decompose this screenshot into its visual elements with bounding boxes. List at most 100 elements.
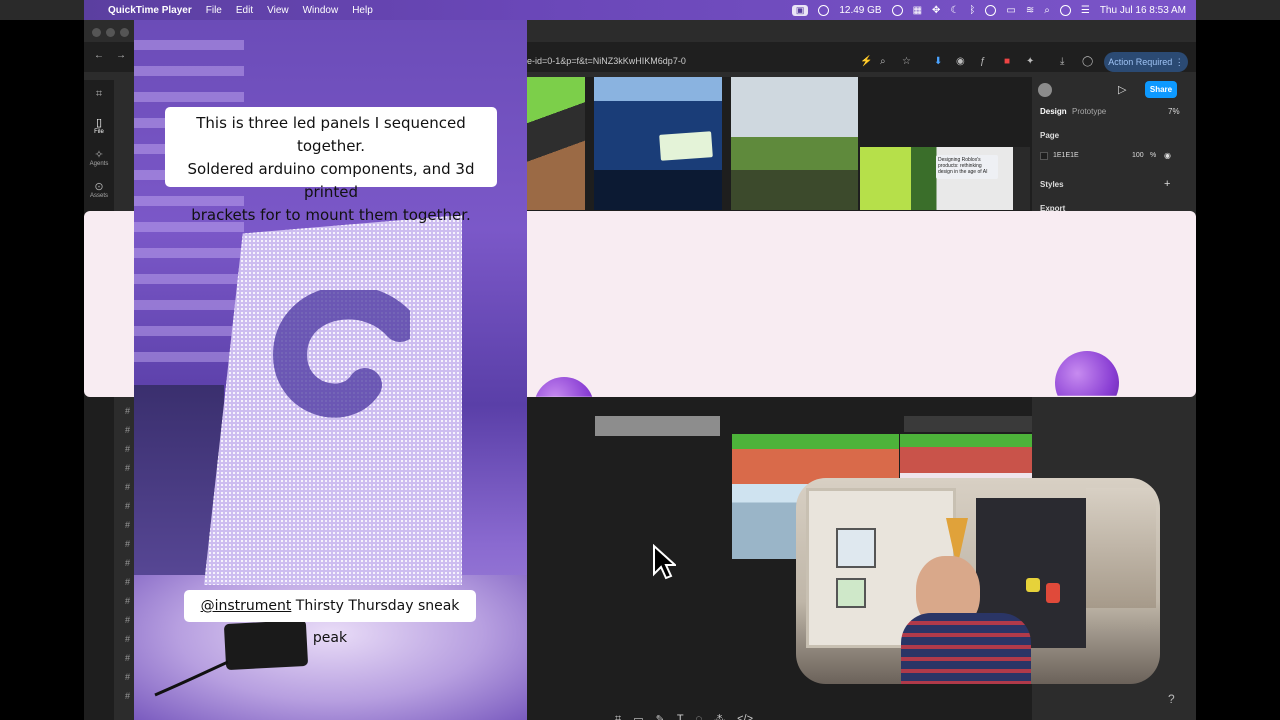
rail-item-agents[interactable]: ✧ Agents	[84, 148, 114, 167]
search-icon[interactable]: ⌕	[1044, 5, 1050, 16]
figma-left-rail: ⌗ ▯ File ✧ Agents ⊙ Assets	[84, 80, 114, 720]
instrument-mention-link[interactable]: @instrument	[201, 598, 292, 614]
canvas-photo[interactable]	[594, 77, 722, 210]
download-ext-icon[interactable]: ⬇	[934, 56, 942, 67]
downloads-icon[interactable]: ⤓	[1060, 56, 1064, 67]
puzzle-icon[interactable]: ✦	[1026, 56, 1034, 67]
frame-layer-icon[interactable]: #	[125, 482, 130, 492]
figma-menu-icon[interactable]: ⌗	[84, 88, 114, 101]
status-icon[interactable]	[818, 4, 830, 16]
reel-caption-top: This is three led panels I sequenced tog…	[165, 107, 497, 224]
url-bar[interactable]: e-id=0-1&p=f&t=NiNZ3kKwHIKM6dp7-0	[527, 56, 686, 66]
frame-tool-icon[interactable]: ⌗	[615, 713, 621, 720]
rail-item-file[interactable]: ▯ File	[84, 116, 114, 135]
bookmark-star-icon[interactable]: ☆	[902, 56, 911, 67]
page-section-title: Page	[1040, 131, 1060, 140]
menu-file[interactable]: File	[206, 5, 222, 16]
move-icon[interactable]: ✥	[932, 5, 940, 16]
text-tool-icon[interactable]: T	[677, 713, 684, 720]
back-icon[interactable]: ←	[94, 50, 104, 61]
grammarly-icon[interactable]	[891, 4, 903, 16]
bluetooth-icon[interactable]: ᛒ	[969, 5, 975, 16]
caption-line: brackets for to mount them together.	[191, 206, 471, 224]
activity-icon[interactable]: ▦	[913, 5, 922, 16]
frame-layer-icon[interactable]: #	[125, 520, 130, 530]
clock[interactable]: Thu Jul 16 8:53 AM	[1100, 5, 1186, 16]
comment-tool-icon[interactable]: ◌	[696, 713, 703, 720]
layers-panel	[114, 80, 134, 720]
led-c-glyph	[272, 290, 410, 418]
frame-layer-icon[interactable]: #	[125, 539, 130, 549]
frame-layer-icon[interactable]: #	[125, 406, 130, 416]
screen-record-icon[interactable]: ▣	[791, 4, 809, 16]
record-ext-icon[interactable]: ■	[1004, 56, 1010, 67]
extension-icon[interactable]: ⚡	[860, 56, 872, 67]
function-icon[interactable]: ƒ	[980, 56, 986, 67]
canvas-photo[interactable]	[527, 77, 585, 210]
screen: ← → e-id=0-1&p=f&t=NiNZ3kKwHIKM6dp7-0 ⚡ …	[0, 0, 1280, 720]
share-button[interactable]: Share	[1145, 81, 1177, 98]
frame-layer-icon[interactable]: #	[125, 615, 130, 625]
profile-icon[interactable]: ◯	[1082, 56, 1093, 67]
frame-layer-icon[interactable]: #	[125, 596, 130, 606]
menubar-app-name[interactable]: QuickTime Player	[108, 5, 192, 16]
dev-mode-icon[interactable]: </>	[737, 713, 753, 720]
caption-line: Soldered arduino components, and 3d prin…	[187, 160, 475, 201]
menu-edit[interactable]: Edit	[236, 5, 253, 16]
share-label: Share	[1149, 85, 1173, 94]
frame-layer-icon[interactable]: #	[125, 577, 130, 587]
frame-layer-icon[interactable]: #	[125, 558, 130, 568]
page-color-value[interactable]: 1E1E1E	[1053, 152, 1079, 159]
memory-status[interactable]: 12.49 GB	[839, 5, 881, 16]
frame-layer-icon[interactable]: #	[125, 634, 130, 644]
control-center-icon[interactable]: ☰	[1081, 5, 1090, 16]
rail-item-assets[interactable]: ⊙ Assets	[84, 180, 114, 199]
canvas-photo[interactable]	[731, 77, 858, 210]
canvas-photo[interactable]: Designing Roblox's products: rethinking …	[860, 147, 1030, 210]
zoom-icon[interactable]: ⌕	[880, 56, 886, 67]
rail-label-assets: Assets	[89, 193, 108, 199]
actions-tool-icon[interactable]: ⁂	[714, 713, 725, 720]
menu-window[interactable]: Window	[303, 5, 339, 16]
assets-icon: ⊙	[94, 181, 104, 193]
rectangle-tool-icon[interactable]: ▭	[633, 713, 643, 720]
menu-help[interactable]: Help	[352, 5, 373, 16]
frame-layer-icon[interactable]: #	[125, 672, 130, 682]
page-opacity-value[interactable]: 100	[1132, 152, 1144, 159]
frame-layer-icon[interactable]: #	[125, 463, 130, 473]
action-required-label: Action Required	[1108, 57, 1173, 67]
desktop-border-left	[0, 20, 84, 720]
record-icon[interactable]	[985, 4, 997, 16]
frame-layer-icon[interactable]: #	[125, 501, 130, 511]
canvas-photo[interactable]	[595, 416, 720, 436]
minimize-window-button[interactable]	[106, 28, 115, 37]
user-icon[interactable]	[1059, 4, 1071, 16]
camera-icon[interactable]: ◉	[956, 56, 965, 67]
add-style-icon[interactable]: +	[1164, 178, 1170, 190]
mouse-cursor-icon	[653, 544, 676, 580]
moon-icon[interactable]: ☾	[950, 5, 959, 16]
zoom-window-button[interactable]	[120, 28, 129, 37]
forward-icon[interactable]: →	[116, 50, 126, 61]
action-required-button[interactable]: Action Required ⋮	[1104, 52, 1188, 72]
frame-layer-icon[interactable]: #	[125, 425, 130, 435]
visibility-eye-icon[interactable]: ◉	[1164, 151, 1171, 160]
macos-menubar: QuickTime Player File Edit View Window H…	[84, 0, 1196, 20]
close-window-button[interactable]	[92, 28, 101, 37]
zoom-level[interactable]: 7%	[1168, 107, 1180, 116]
page-color-swatch[interactable]	[1040, 152, 1048, 160]
present-icon[interactable]: ▷	[1118, 83, 1126, 96]
tab-design[interactable]: Design	[1040, 107, 1067, 116]
canvas-photo[interactable]	[904, 416, 1044, 432]
help-button[interactable]: ?	[1168, 692, 1175, 706]
menu-view[interactable]: View	[267, 5, 289, 16]
frame-layer-icon[interactable]: #	[125, 444, 130, 454]
pen-tool-icon[interactable]: ✎	[656, 713, 665, 720]
wifi-icon[interactable]: ≋	[1026, 5, 1034, 16]
battery-icon[interactable]: ▭	[1006, 5, 1015, 16]
frame-layer-icon[interactable]: #	[125, 691, 130, 701]
tab-prototype[interactable]: Prototype	[1072, 107, 1106, 116]
rail-label-file: File	[94, 129, 104, 135]
avatar[interactable]	[1038, 83, 1052, 97]
frame-layer-icon[interactable]: #	[125, 653, 130, 663]
